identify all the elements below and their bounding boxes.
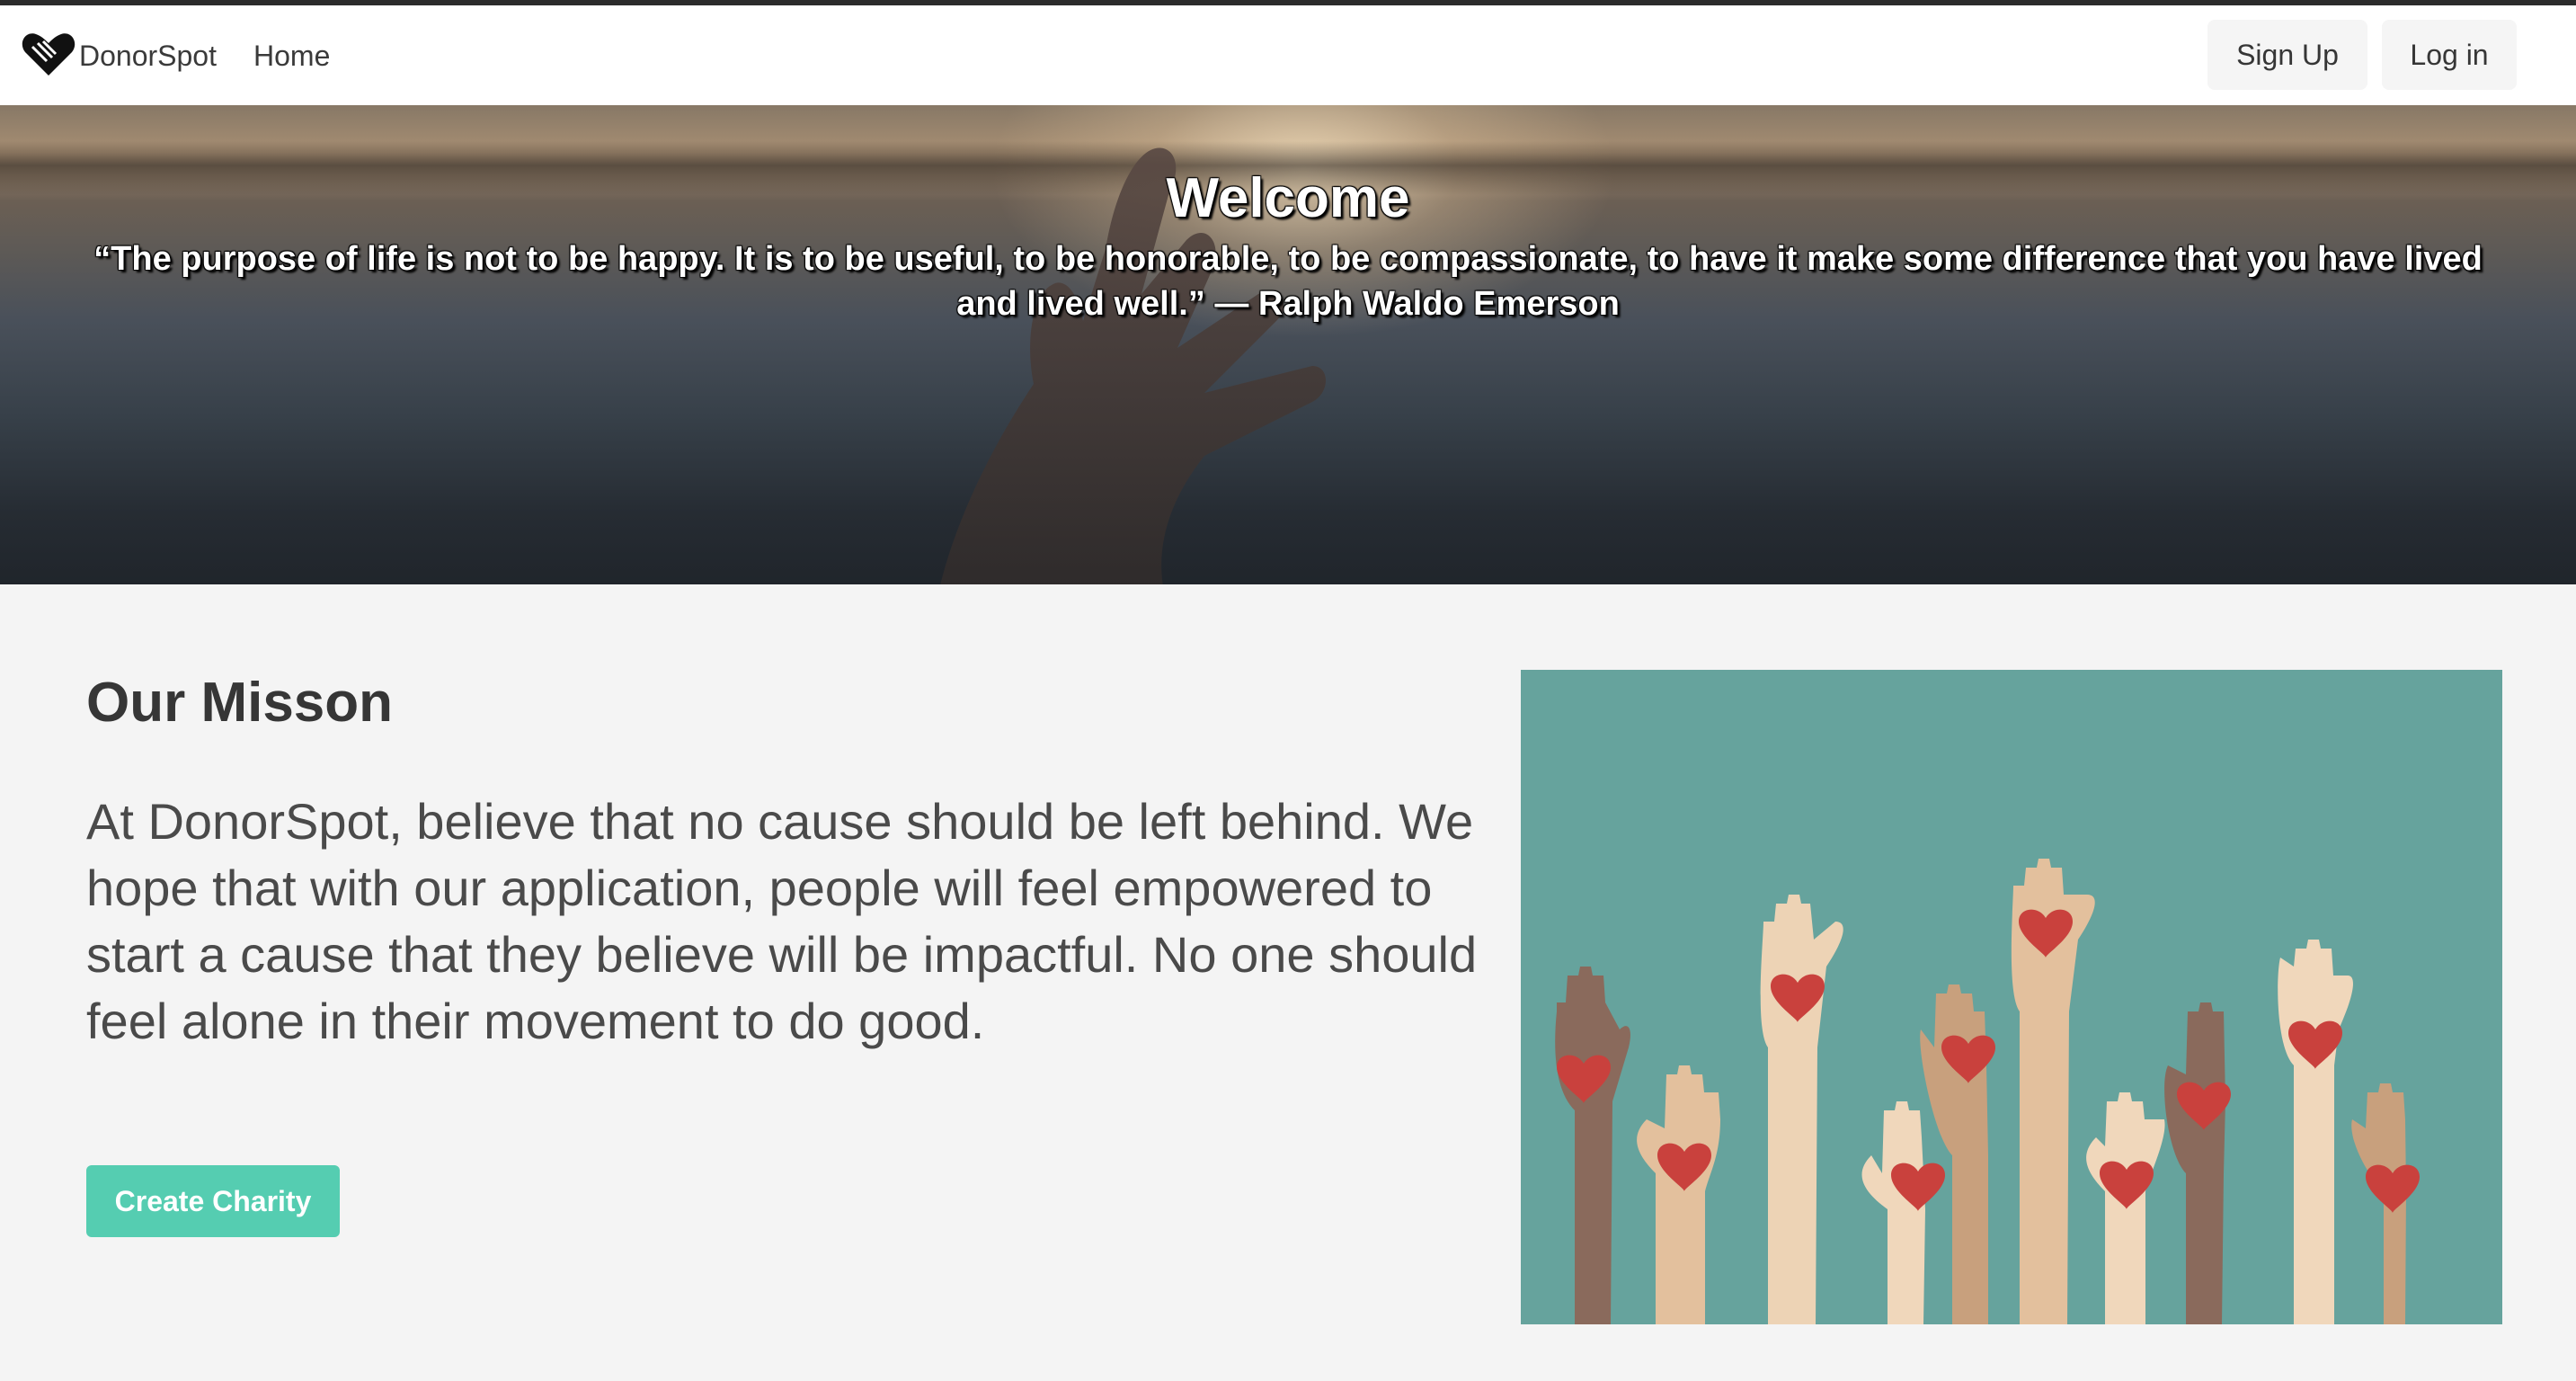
heart-handshake-icon	[20, 29, 77, 84]
signup-button[interactable]: Sign Up	[2207, 20, 2367, 90]
navbar: DonorSpot Home Sign Up Log in	[0, 5, 2576, 105]
create-charity-button[interactable]: Create Charity	[86, 1165, 340, 1237]
hero-banner: Welcome “The purpose of life is not to b…	[0, 105, 2576, 584]
hero-title: Welcome	[1166, 167, 1410, 229]
mission-text: At DonorSpot, believe that no cause shou…	[86, 793, 1478, 1049]
mission-title: Our Misson	[86, 672, 394, 734]
brand-link[interactable]: DonorSpot	[20, 29, 217, 83]
hero-quote: “The purpose of life is not to be happy.…	[93, 240, 2483, 323]
login-button[interactable]: Log in	[2382, 20, 2517, 90]
nav-home-link[interactable]: Home	[253, 40, 330, 73]
brand-name: DonorSpot	[79, 39, 217, 72]
raised-hands-illustration	[1521, 670, 2502, 1324]
raised-hands-image	[1555, 859, 2420, 1324]
